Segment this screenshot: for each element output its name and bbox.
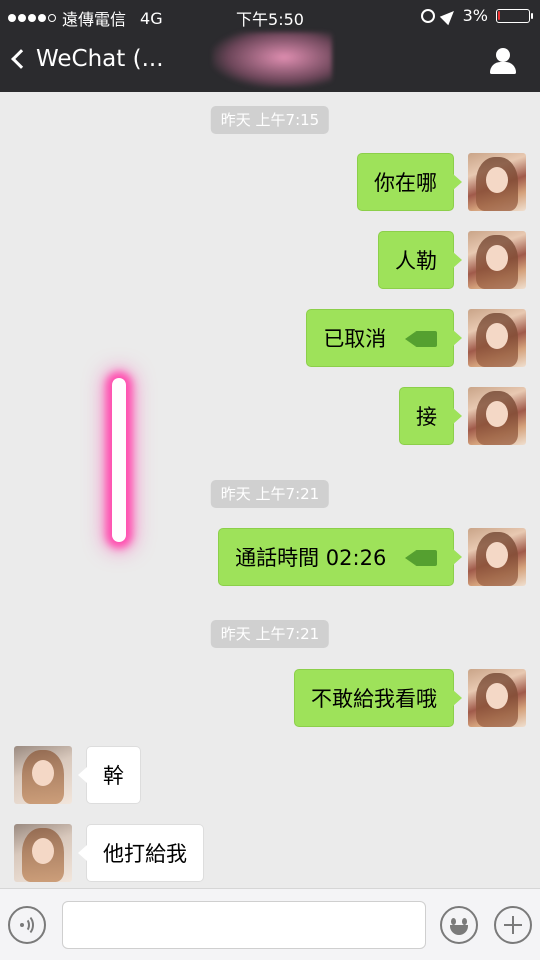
video-call-icon xyxy=(405,330,437,348)
message-text: 已取消 xyxy=(323,327,387,351)
message-bubble-incoming[interactable]: 幹 xyxy=(78,746,141,804)
avatar[interactable] xyxy=(468,231,526,289)
chat-area[interactable]: 昨天 上午7:15 你在哪 人勒 已取消 接 昨天 上午7:21 通話時間 02… xyxy=(0,92,540,888)
message-bubble-outgoing[interactable]: 你在哪 xyxy=(357,153,462,211)
location-icon xyxy=(439,6,458,25)
message-bubble-outgoing[interactable]: 人勒 xyxy=(378,231,462,289)
profile-icon[interactable] xyxy=(488,48,518,76)
video-call-icon xyxy=(405,549,437,567)
message-bubble-outgoing[interactable]: 通話時間 02:26 xyxy=(218,528,462,586)
message-bubble-outgoing[interactable]: 已取消 xyxy=(306,309,462,367)
top-bar: 遠傳電信 4G 下午5:50 3% WeChat (... xyxy=(0,0,540,92)
message-text: 你在哪 xyxy=(374,171,437,195)
timestamp: 昨天 上午7:21 xyxy=(210,480,330,508)
status-bar: 遠傳電信 4G 下午5:50 3% xyxy=(0,0,540,32)
avatar[interactable] xyxy=(468,669,526,727)
chevron-left-icon xyxy=(11,49,31,69)
rotation-lock-icon xyxy=(420,8,435,23)
timestamp: 昨天 上午7:15 xyxy=(210,106,330,134)
nav-bar: WeChat (... xyxy=(0,32,540,92)
voice-icon[interactable] xyxy=(8,906,46,944)
back-label: WeChat (... xyxy=(36,46,164,72)
avatar[interactable] xyxy=(14,746,72,804)
message-text: 接 xyxy=(416,405,437,429)
status-time: 下午5:50 xyxy=(236,10,304,29)
battery-level xyxy=(498,10,500,20)
emoji-icon[interactable] xyxy=(440,906,478,944)
message-text: 他打給我 xyxy=(103,842,187,866)
input-bar xyxy=(0,888,540,960)
avatar[interactable] xyxy=(468,153,526,211)
avatar[interactable] xyxy=(468,387,526,445)
plus-icon[interactable] xyxy=(494,906,532,944)
message-input[interactable] xyxy=(62,901,426,949)
message-text: 人勒 xyxy=(395,249,437,273)
avatar[interactable] xyxy=(14,824,72,882)
obscured-chat-title xyxy=(212,32,332,88)
message-text: 不敢給我看哦 xyxy=(311,687,437,711)
battery-icon xyxy=(496,8,533,23)
pink-highlight-mark xyxy=(112,378,126,542)
battery-percent: 3% xyxy=(462,6,488,25)
back-button[interactable]: WeChat (... xyxy=(11,46,164,72)
message-bubble-incoming[interactable]: 他打給我 xyxy=(78,824,204,882)
avatar[interactable] xyxy=(468,309,526,367)
message-text: 通話時間 02:26 xyxy=(235,546,387,570)
message-bubble-outgoing[interactable]: 不敢給我看哦 xyxy=(294,669,462,727)
message-bubble-outgoing[interactable]: 接 xyxy=(399,387,462,445)
message-text: 幹 xyxy=(103,764,124,788)
avatar[interactable] xyxy=(468,528,526,586)
timestamp: 昨天 上午7:21 xyxy=(210,620,330,648)
